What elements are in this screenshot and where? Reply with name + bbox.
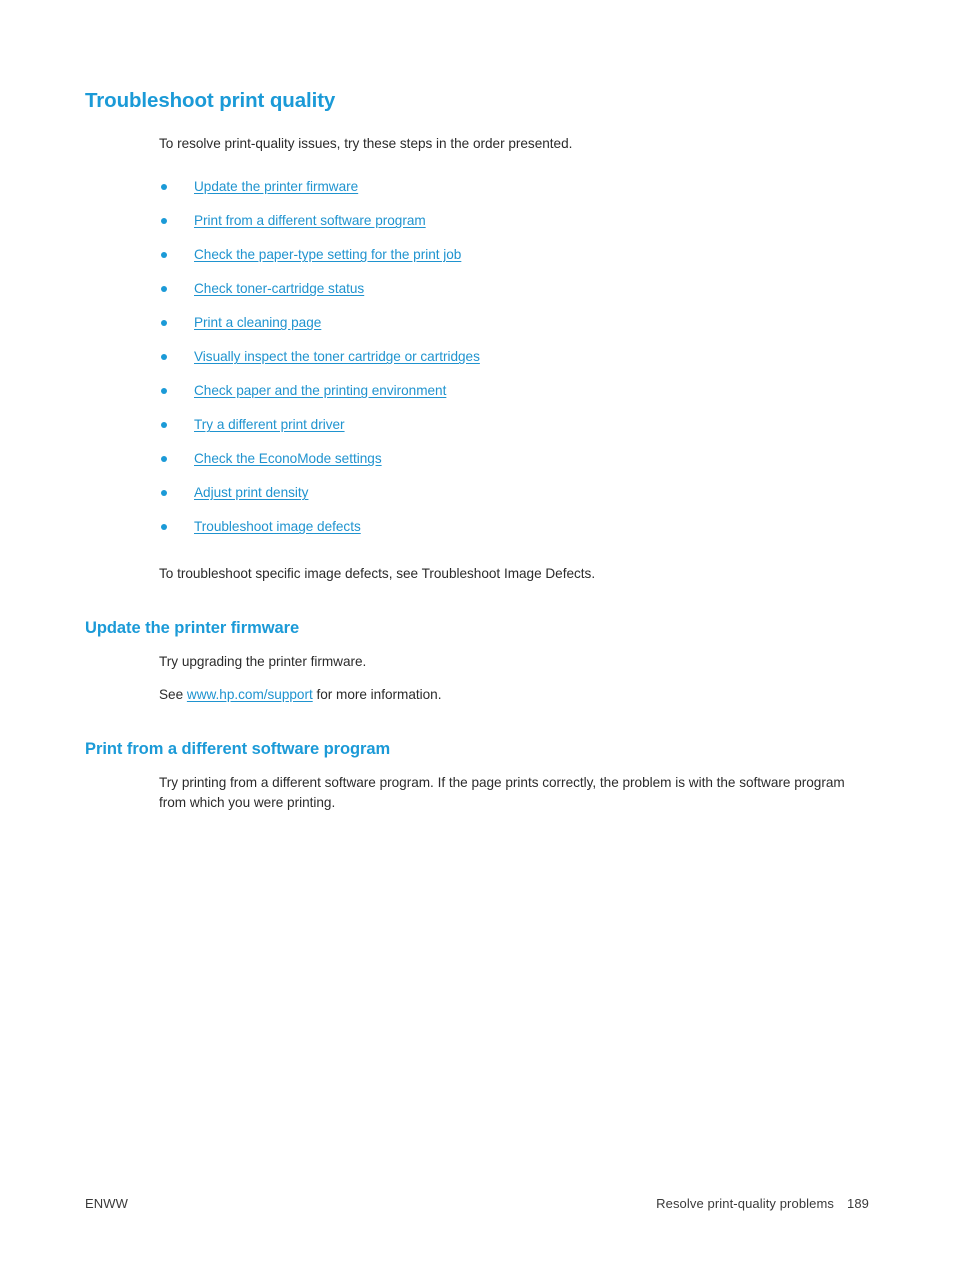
- bullet-icon: [161, 252, 167, 259]
- link-print-a-cleaning-page[interactable]: Print a cleaning page: [194, 315, 321, 330]
- section-1-paragraph: Try upgrading the printer firmware.: [159, 654, 367, 670]
- section-heading-print-from-different-software-program: Print from a different software program: [85, 740, 391, 759]
- link-troubleshoot-image-defects[interactable]: Troubleshoot image defects: [194, 519, 361, 534]
- see-prefix-text: See: [159, 687, 187, 703]
- bullet-icon: [161, 218, 167, 225]
- link-check-economode-settings[interactable]: Check the EconoMode settings: [194, 451, 382, 466]
- footer-locale-label: ENWW: [85, 1195, 128, 1211]
- list-item: Check the EconoMode settings: [161, 442, 875, 476]
- link-adjust-print-density[interactable]: Adjust print density: [194, 485, 308, 500]
- list-item: Check paper and the printing environment: [161, 374, 875, 408]
- footer-section-title: Resolve print-quality problems: [656, 1195, 834, 1211]
- link-visually-inspect-toner-cartridge[interactable]: Visually inspect the toner cartridge or …: [194, 349, 480, 364]
- after-list-paragraph: To troubleshoot specific image defects, …: [159, 566, 596, 582]
- list-item: Troubleshoot image defects: [161, 510, 875, 544]
- bullet-icon: [161, 456, 167, 463]
- link-print-from-different-software-program[interactable]: Print from a different software program: [194, 213, 426, 228]
- footer-page-number: 189: [847, 1195, 869, 1211]
- link-try-a-different-print-driver[interactable]: Try a different print driver: [194, 417, 345, 432]
- list-item: Adjust print density: [161, 476, 875, 510]
- footer-right-group: Resolve print-quality problems 189: [656, 1196, 869, 1211]
- bullet-icon: [161, 354, 167, 361]
- bullet-icon: [161, 184, 167, 191]
- link-update-printer-firmware[interactable]: Update the printer firmware: [194, 179, 358, 194]
- list-item: Visually inspect the toner cartridge or …: [161, 340, 875, 374]
- section-heading-update-printer-firmware: Update the printer firmware: [85, 619, 300, 638]
- link-check-paper-and-printing-environment[interactable]: Check paper and the printing environment: [194, 383, 446, 398]
- list-item: Print from a different software program: [161, 204, 875, 238]
- bullet-icon: [161, 524, 167, 531]
- list-item: Check toner-cartridge status: [161, 272, 875, 306]
- page-title: Troubleshoot print quality: [85, 89, 336, 112]
- list-item: Check the paper-type setting for the pri…: [161, 238, 875, 272]
- link-hp-support[interactable]: www.hp.com/support: [187, 687, 313, 702]
- link-check-toner-cartridge-status[interactable]: Check toner-cartridge status: [194, 281, 364, 296]
- document-page: Troubleshoot print quality To resolve pr…: [0, 0, 954, 1271]
- bullet-icon: [161, 422, 167, 429]
- page-content: Troubleshoot print quality To resolve pr…: [85, 88, 875, 825]
- page-footer: ENWW Resolve print-quality problems 189: [85, 1193, 869, 1213]
- list-item: Try a different print driver: [161, 408, 875, 442]
- bullet-icon: [161, 388, 167, 395]
- section-1-see-also: See www.hp.com/support for more informat…: [159, 685, 859, 704]
- cross-reference-list: Update the printer firmware Print from a…: [85, 170, 875, 544]
- section-2-paragraph: Try printing from a different software p…: [159, 775, 845, 810]
- list-item: Print a cleaning page: [161, 306, 875, 340]
- see-suffix-text: for more information.: [312, 687, 442, 703]
- intro-paragraph: To resolve print-quality issues, try the…: [159, 136, 573, 151]
- list-item: Update the printer firmware: [161, 170, 875, 204]
- link-check-paper-type-setting[interactable]: Check the paper-type setting for the pri…: [194, 247, 461, 262]
- bullet-icon: [161, 490, 167, 497]
- bullet-icon: [161, 286, 167, 293]
- bullet-icon: [161, 320, 167, 327]
